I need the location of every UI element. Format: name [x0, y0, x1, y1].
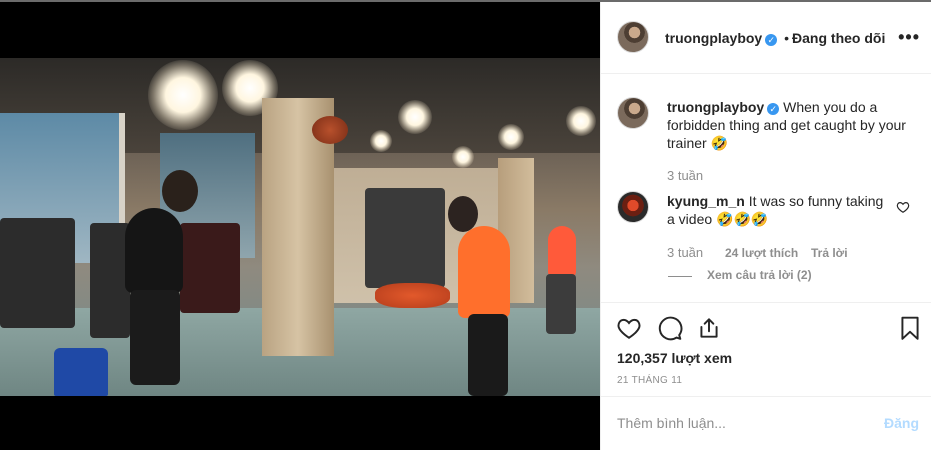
comment-likes[interactable]: 24 lượt thích [725, 246, 798, 260]
battle-ropes [375, 283, 450, 308]
share-icon[interactable] [696, 315, 722, 341]
ceiling-light [148, 60, 218, 130]
person-woman-legs [468, 314, 508, 396]
header-username[interactable]: truongplayboy [665, 30, 762, 46]
comments-section: truongplayboy ✓ When you do a forbidden t… [601, 74, 931, 303]
person-man-head [162, 170, 198, 212]
ceiling-light [498, 124, 524, 150]
comment-icon[interactable] [657, 315, 683, 341]
small-heart-icon[interactable] [896, 200, 910, 214]
view-replies-label: Xem câu trả lời (2) [707, 268, 812, 282]
medicine-ball [312, 116, 348, 144]
add-comment-bar: Đăng [601, 396, 931, 450]
reply-button[interactable]: Trả lời [811, 246, 848, 260]
caption-time[interactable]: 3 tuần [667, 168, 703, 183]
caption-avatar[interactable] [617, 97, 649, 129]
post-actions: 120,357 lượt xem 21 THÁNG 11 [601, 302, 931, 396]
view-replies-button[interactable]: Xem câu trả lời (2) [707, 268, 812, 282]
gym-machine [365, 188, 445, 288]
gym-machine [0, 218, 75, 328]
reply-label: Trả lời [811, 246, 848, 260]
post-comment-button[interactable]: Đăng [884, 415, 919, 431]
post-header: truongplayboy ✓ • Đang theo dõi ••• [601, 2, 931, 74]
person-woman-torso [458, 226, 510, 318]
avatar[interactable] [617, 21, 649, 53]
person-man-torso [125, 208, 183, 293]
gym-machine [180, 223, 240, 313]
comment-time[interactable]: 3 tuần [667, 245, 703, 260]
comment-likes-label: 24 lượt thích [725, 246, 799, 260]
verified-badge-icon: ✓ [767, 103, 780, 115]
post-sidebar: truongplayboy ✓ • Đang theo dõi ••• truong… [600, 2, 931, 450]
bookmark-icon[interactable] [897, 315, 923, 341]
caption: truongplayboy ✓ When you do a forbidden t… [667, 98, 907, 152]
verified-badge-icon: ✓ [765, 34, 778, 46]
ceiling-light [370, 130, 392, 152]
more-options-icon[interactable]: ••• [898, 27, 920, 48]
person-background-torso [548, 226, 576, 276]
ceiling-light [566, 106, 596, 136]
header-line: truongplayboy ✓ • Đang theo dõi [665, 30, 885, 46]
person-background-legs [546, 274, 576, 334]
following-button[interactable]: Đang theo dõi [792, 30, 885, 46]
comment-avatar[interactable] [617, 191, 649, 223]
blue-stool [54, 348, 108, 396]
person-woman-head [448, 196, 478, 232]
add-comment-input[interactable] [617, 415, 867, 431]
separator-dot: • [784, 30, 790, 46]
post-media[interactable] [0, 2, 600, 450]
person-man-legs [130, 290, 180, 385]
caption-username[interactable]: truongplayboy [667, 99, 764, 115]
ceiling-light [398, 100, 432, 134]
replies-divider [668, 276, 692, 277]
gym-machine [90, 223, 130, 338]
heart-icon[interactable] [616, 315, 642, 341]
post-date[interactable]: 21 THÁNG 11 [617, 375, 682, 386]
comment-username[interactable]: kyung_m_n [667, 193, 745, 209]
view-count[interactable]: 120,357 lượt xem [617, 350, 732, 366]
comment: kyung_m_n It was so funny taking a video… [667, 192, 887, 228]
video-player[interactable] [0, 58, 600, 396]
ceiling-light [452, 146, 474, 168]
